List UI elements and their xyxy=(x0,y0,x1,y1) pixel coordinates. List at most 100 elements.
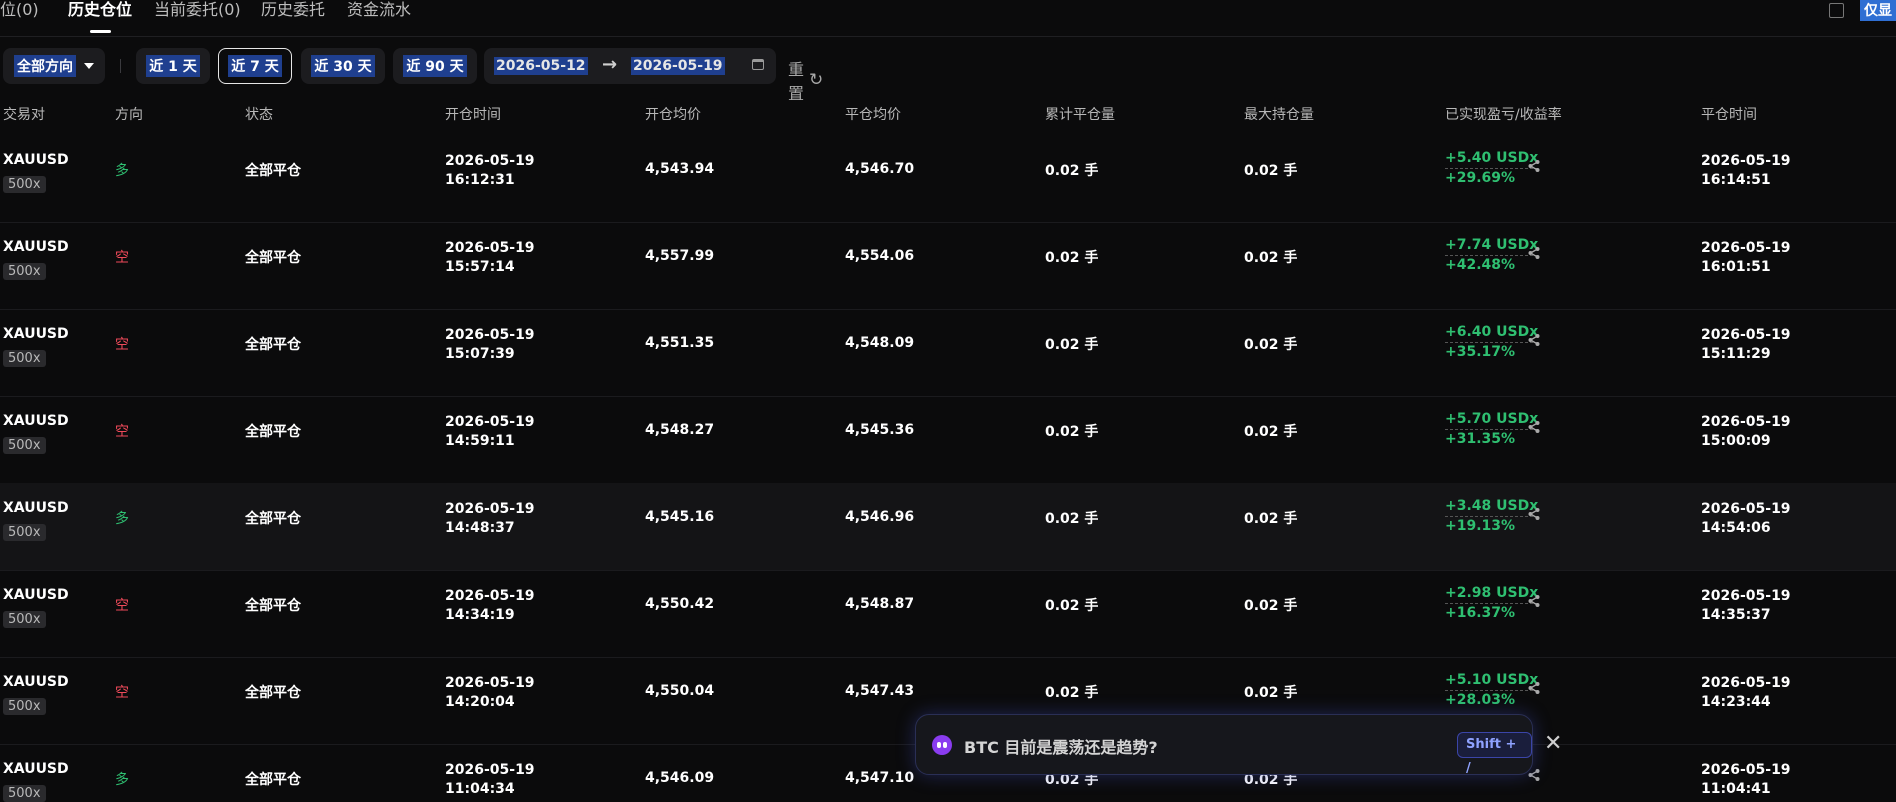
close-price: 4,547.43 xyxy=(845,683,915,699)
table-row[interactable]: XAUUSD 500x 多 全部平仓 2026-05-19 16:12:31 4,… xyxy=(0,135,1896,223)
calendar-icon[interactable] xyxy=(752,59,764,70)
status: 全部平仓 xyxy=(245,772,301,788)
symbol: XAUUSD xyxy=(3,326,69,342)
direction: 空 xyxy=(115,598,129,614)
close-date: 2026-05-19 xyxy=(1701,240,1791,256)
start-date[interactable]: 2026-05-12 xyxy=(494,57,588,75)
close-icon[interactable]: ✕ xyxy=(1544,733,1562,755)
open-time: 2026-05-19 14:48:37 xyxy=(445,500,535,538)
realized-pnl: +7.74 USDx +42.48% xyxy=(1445,236,1539,275)
col-realized-pnl: 已实现盈亏/收益率 xyxy=(1445,107,1562,123)
closed-qty: 0.02 手 xyxy=(1045,424,1099,440)
position-tabs: 仓位(0) 历史仓位 当前委托(0) 历史委托 资金流水 仅显 xyxy=(0,0,1896,37)
max-qty: 0.02 手 xyxy=(1244,511,1298,527)
symbol: XAUUSD xyxy=(3,413,69,429)
refresh-icon: ↻ xyxy=(809,70,824,90)
range-1d-button[interactable]: 近 1 天 xyxy=(136,48,210,84)
open-date: 2026-05-19 xyxy=(445,501,535,517)
open-time: 2026-05-19 14:59:11 xyxy=(445,413,535,451)
share-icon[interactable] xyxy=(1527,507,1541,521)
range-7d-label: 近 7 天 xyxy=(228,55,282,77)
open-clock: 11:04:34 xyxy=(445,781,515,797)
open-time: 2026-05-19 15:07:39 xyxy=(445,326,535,364)
range-1d-label: 近 1 天 xyxy=(146,55,200,77)
open-clock: 14:48:37 xyxy=(445,520,515,536)
close-time: 2026-05-19 16:01:51 xyxy=(1701,239,1791,277)
realized-pnl: +3.48 USDx +19.13% xyxy=(1445,497,1539,536)
range-7d-button[interactable]: 近 7 天 xyxy=(218,48,292,84)
ai-suggested-question[interactable]: BTC 目前是震荡还是趋势? xyxy=(964,734,1158,758)
only-show-toggle[interactable]: 仅显 xyxy=(1829,0,1896,21)
range-90d-button[interactable]: 近 90 天 xyxy=(393,48,477,84)
max-qty: 0.02 手 xyxy=(1244,598,1298,614)
share-icon[interactable] xyxy=(1527,420,1541,434)
close-clock: 15:00:09 xyxy=(1701,433,1771,449)
direction: 多 xyxy=(115,163,129,179)
close-price: 4,554.06 xyxy=(845,248,915,264)
pnl-amount: +2.98 USDx xyxy=(1445,584,1539,604)
symbol: XAUUSD xyxy=(3,587,69,603)
col-close-price: 平仓均价 xyxy=(845,107,901,123)
status: 全部平仓 xyxy=(245,511,301,527)
pnl-roi: +29.69% xyxy=(1445,170,1516,186)
max-qty: 0.02 手 xyxy=(1244,337,1298,353)
open-date: 2026-05-19 xyxy=(445,588,535,604)
share-icon[interactable] xyxy=(1527,333,1541,347)
pnl-amount: +7.74 USDx xyxy=(1445,236,1539,256)
open-price: 4,545.16 xyxy=(645,509,715,525)
table-row[interactable]: XAUUSD 500x 多 全部平仓 2026-05-19 14:48:37 4,… xyxy=(0,483,1896,571)
symbol: XAUUSD xyxy=(3,152,69,168)
tab-position-history[interactable]: 历史仓位 xyxy=(68,0,132,34)
leverage-badge: 500x xyxy=(3,263,46,280)
close-price: 4,547.10 xyxy=(845,770,915,786)
symbol: XAUUSD xyxy=(3,500,69,516)
ai-assistant-bar[interactable]: BTC 目前是震荡还是趋势? Shift + / xyxy=(915,714,1533,776)
leverage-badge: 500x xyxy=(3,524,46,541)
only-show-checkbox[interactable] xyxy=(1829,2,1844,18)
direction: 空 xyxy=(115,250,129,266)
leverage-badge: 500x xyxy=(3,350,46,367)
tab-order-history[interactable]: 历史委托 xyxy=(261,0,325,34)
status: 全部平仓 xyxy=(245,337,301,353)
share-icon[interactable] xyxy=(1527,681,1541,695)
close-time: 2026-05-19 11:04:41 xyxy=(1701,761,1791,799)
share-icon[interactable] xyxy=(1527,594,1541,608)
table-row[interactable]: XAUUSD 500x 空 全部平仓 2026-05-19 14:34:19 4,… xyxy=(0,570,1896,658)
share-icon[interactable] xyxy=(1527,159,1541,173)
leverage-badge: 500x xyxy=(3,176,46,193)
closed-qty: 0.02 手 xyxy=(1045,598,1099,614)
open-date: 2026-05-19 xyxy=(445,153,535,169)
open-date: 2026-05-19 xyxy=(445,414,535,430)
status: 全部平仓 xyxy=(245,598,301,614)
status: 全部平仓 xyxy=(245,424,301,440)
open-clock: 14:20:04 xyxy=(445,694,515,710)
tab-positions[interactable]: 仓位(0) xyxy=(0,0,39,34)
reset-button[interactable]: 重置 ↻ xyxy=(788,56,823,104)
closed-qty: 0.02 手 xyxy=(1045,337,1099,353)
tab-open-orders[interactable]: 当前委托(0) xyxy=(154,0,241,34)
closed-qty: 0.02 手 xyxy=(1045,511,1099,527)
open-time: 2026-05-19 16:12:31 xyxy=(445,152,535,190)
pnl-amount: +5.40 USDx xyxy=(1445,149,1539,169)
max-qty: 0.02 手 xyxy=(1244,163,1298,179)
realized-pnl: +5.40 USDx +29.69% xyxy=(1445,149,1539,188)
table-row[interactable]: XAUUSD 500x 空 全部平仓 2026-05-19 15:07:39 4,… xyxy=(0,309,1896,397)
close-clock: 14:23:44 xyxy=(1701,694,1771,710)
pnl-amount: +6.40 USDx xyxy=(1445,323,1539,343)
range-30d-button[interactable]: 近 30 天 xyxy=(301,48,385,84)
direction: 空 xyxy=(115,685,129,701)
leverage-badge: 500x xyxy=(3,698,46,715)
date-range-picker[interactable]: 2026-05-12 → 2026-05-19 xyxy=(484,48,776,84)
end-date[interactable]: 2026-05-19 xyxy=(631,57,725,75)
closed-qty: 0.02 手 xyxy=(1045,163,1099,179)
table-row[interactable]: XAUUSD 500x 空 全部平仓 2026-05-19 14:59:11 4,… xyxy=(0,396,1896,484)
tab-funding-history[interactable]: 资金流水 xyxy=(347,0,411,34)
direction-select[interactable]: 全部方向 xyxy=(3,48,105,84)
pnl-roi: +31.35% xyxy=(1445,431,1516,447)
close-clock: 14:54:06 xyxy=(1701,520,1771,536)
col-open-time: 开仓时间 xyxy=(445,107,501,123)
col-direction: 方向 xyxy=(115,107,143,123)
table-row[interactable]: XAUUSD 500x 空 全部平仓 2026-05-19 15:57:14 4,… xyxy=(0,222,1896,310)
share-icon[interactable] xyxy=(1527,246,1541,260)
close-price: 4,548.09 xyxy=(845,335,915,351)
